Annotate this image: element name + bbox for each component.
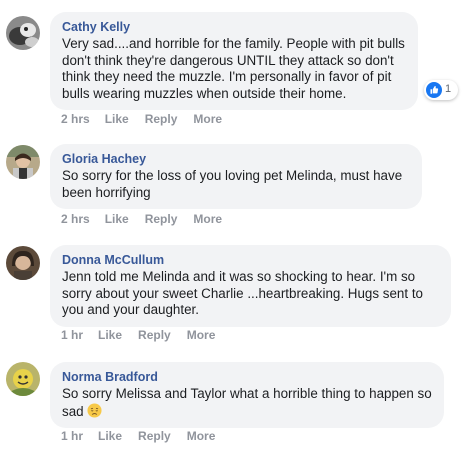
reply-button[interactable]: Reply [145,112,178,126]
reaction-count: 1 [445,83,452,95]
comment-timestamp[interactable]: 1 hr [61,328,83,342]
comment-author[interactable]: Cathy Kelly [62,18,406,36]
comment-bubble: Donna McCullum Jenn told me Melinda and … [50,245,451,327]
comment-author[interactable]: Donna McCullum [62,251,439,269]
more-button[interactable]: More [187,328,216,342]
reply-button[interactable]: Reply [138,328,171,342]
comment-bubble: Norma Bradford So sorry Melissa and Tayl… [50,362,444,428]
more-button[interactable]: More [193,212,222,226]
like-icon [426,82,442,98]
comment-text: So sorry Melissa and Taylor what a horri… [62,386,432,420]
comment-bubble: Cathy Kelly Very sad....and horrible for… [50,12,418,110]
comment-actions: 2 hrs Like Reply More [61,212,238,226]
comment-text: Very sad....and horrible for the family.… [62,36,405,101]
comment-timestamp[interactable]: 2 hrs [61,212,90,226]
comment-text-content: So sorry Melissa and Taylor what a horri… [62,386,432,419]
avatar[interactable] [6,362,40,396]
comment-author[interactable]: Gloria Hachey [62,150,410,168]
like-button[interactable]: Like [105,112,129,126]
comment-actions: 1 hr Like Reply More [61,429,231,443]
avatar[interactable] [6,246,40,280]
like-button[interactable]: Like [105,212,129,226]
avatar[interactable] [6,145,40,179]
comment-actions: 2 hrs Like Reply More [61,112,238,126]
comment-timestamp[interactable]: 1 hr [61,429,83,443]
comment-text: Jenn told me Melinda and it was so shock… [62,269,423,317]
like-button[interactable]: Like [98,328,122,342]
comment-text: So sorry for the loss of you loving pet … [62,168,403,200]
more-button[interactable]: More [193,112,222,126]
comment-author[interactable]: Norma Bradford [62,368,432,386]
avatar[interactable] [6,16,40,50]
like-button[interactable]: Like [98,429,122,443]
comment-timestamp[interactable]: 2 hrs [61,112,90,126]
disappointed-face-emoji [87,402,102,418]
comment-bubble: Gloria Hachey So sorry for the loss of y… [50,144,422,209]
reply-button[interactable]: Reply [138,429,171,443]
comment-actions: 1 hr Like Reply More [61,328,231,342]
more-button[interactable]: More [187,429,216,443]
reaction-badge[interactable]: 1 [424,80,458,100]
reply-button[interactable]: Reply [145,212,178,226]
